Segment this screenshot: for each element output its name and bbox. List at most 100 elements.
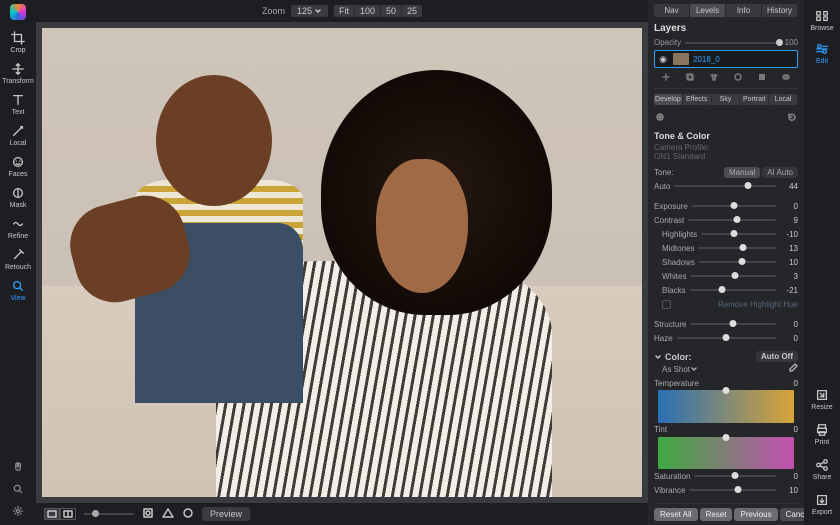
shadows-label: Shadows [662,258,695,267]
blend-mode-icon[interactable] [781,72,791,84]
duplicate-layer-icon[interactable] [685,72,695,84]
mask-tool[interactable]: Mask [1,183,35,212]
effects-mode-tab[interactable]: Effects [683,94,712,105]
resize-button[interactable]: Resize [811,385,832,414]
vibrance-slider[interactable] [689,489,776,491]
color-section-toggle[interactable]: Color: Auto Off [654,351,798,362]
auto-label: Auto [654,182,670,191]
midtones-slider[interactable] [698,247,776,249]
tone-color-heading: Tone & Color [654,131,798,141]
highlights-slider[interactable] [701,233,776,235]
far-right-toolbar: Browse Edit Resize Print Share Export [804,0,840,525]
add-preset-icon[interactable] [655,112,665,124]
previous-button[interactable]: Previous [734,508,777,521]
preview-button[interactable]: Preview [202,507,250,521]
single-view-mode[interactable] [44,508,60,520]
tone-label: Tone: [654,168,674,177]
export-button[interactable]: Export [811,490,832,519]
vibrance-label: Vibrance [654,486,685,495]
sky-mode-tab[interactable]: Sky [712,94,741,105]
split-view-mode[interactable] [60,508,76,520]
local-tool[interactable]: Local [1,121,35,150]
layer-name: 2018_0 [693,55,720,64]
highlights-label: Highlights [662,230,697,239]
layer-item[interactable]: ◉ 2018_0 [654,50,798,68]
print-button[interactable]: Print [811,420,832,449]
zoom-preset-25[interactable]: 25 [402,5,422,17]
opacity-label: Opacity [654,38,681,47]
text-tool[interactable]: Text [1,90,35,119]
zoom-preset-100[interactable]: 100 [355,5,381,17]
camera-profile-value: ON1 Standard [654,152,798,161]
softproof-icon[interactable] [142,507,154,521]
opacity-value: 100 [785,38,798,47]
local-mode-tab[interactable]: Local [769,94,798,105]
manual-button[interactable]: Manual [724,167,760,178]
edit-mode[interactable]: Edit [815,39,829,68]
zoom-value-input[interactable]: 125 [291,5,328,17]
reset-button[interactable]: Reset [700,508,733,521]
contrast-slider[interactable] [688,219,776,221]
share-button[interactable]: Share [811,455,832,484]
auto-off-button[interactable]: Auto Off [756,351,798,362]
levels-tab[interactable]: Levels [690,4,726,17]
info-tab[interactable]: Info [726,4,762,17]
opacity-slider[interactable] [685,42,781,44]
haze-label: Haze [654,334,673,343]
browse-mode[interactable]: Browse [810,6,833,35]
merge-layer-icon[interactable] [733,72,743,84]
faces-tool[interactable]: Faces [1,152,35,181]
view-tool[interactable]: View [1,276,35,305]
structure-slider[interactable] [690,323,776,325]
crop-tool[interactable]: Crop [1,28,35,57]
transform-tool[interactable]: Transform [1,59,35,88]
delete-layer-icon[interactable] [709,72,719,84]
remove-hl-checkbox[interactable] [662,300,671,309]
whites-slider[interactable] [690,275,776,277]
hand-tool-icon[interactable] [12,461,24,475]
blacks-slider[interactable] [690,289,776,291]
layer-thumbnail [673,53,689,65]
tint-label: Tint [654,425,667,434]
shadows-slider[interactable] [699,261,776,263]
nav-tab[interactable]: Nav [654,4,690,17]
layer-visibility-icon[interactable]: ◉ [657,54,669,65]
ai-auto-button[interactable]: AI Auto [762,167,798,178]
refine-tool[interactable]: Refine [1,214,35,243]
retouch-tool[interactable]: Retouch [1,245,35,274]
eyedropper-icon[interactable] [788,363,798,375]
temperature-slider[interactable] [658,390,794,423]
history-tab[interactable]: History [762,4,798,17]
reset-all-button[interactable]: Reset All [654,508,698,521]
exposure-label: Exposure [654,202,688,211]
mask-view-icon[interactable] [182,507,194,521]
top-toolbar: Zoom 125 Fit 100 50 25 [36,0,648,22]
right-panel: Nav Levels Info History Layers Opacity 1… [648,0,804,525]
add-layer-icon[interactable] [661,72,671,84]
zoom-preset-50[interactable]: 50 [381,5,402,17]
zoom-tool-icon[interactable] [12,483,24,497]
camera-profile-label: Camera Profile: [654,143,798,152]
bottom-toolbar: Preview [36,503,648,525]
develop-mode-tab[interactable]: Develop [654,94,683,105]
wb-preset-dropdown[interactable]: As Shot [662,365,690,374]
reset-panel-icon[interactable] [787,112,797,124]
layers-heading: Layers [654,23,798,34]
haze-slider[interactable] [677,337,776,339]
exposure-slider[interactable] [692,205,776,207]
left-toolbar: Crop Transform Text Local Faces Mask Ref… [0,0,36,525]
cancel-button[interactable]: Cancel [780,508,804,521]
image-canvas[interactable] [36,22,648,503]
warning-icon[interactable] [162,507,174,521]
compare-slider[interactable] [84,513,134,515]
saturation-label: Saturation [654,472,690,481]
color-fill-icon[interactable] [757,72,767,84]
auto-slider[interactable] [674,185,776,187]
portrait-mode-tab[interactable]: Portrait [740,94,769,105]
midtones-label: Midtones [662,244,694,253]
tint-slider[interactable] [658,437,794,470]
settings-icon[interactable] [12,505,24,519]
blacks-label: Blacks [662,286,686,295]
saturation-slider[interactable] [694,475,776,477]
zoom-preset-fit[interactable]: Fit [334,5,355,17]
